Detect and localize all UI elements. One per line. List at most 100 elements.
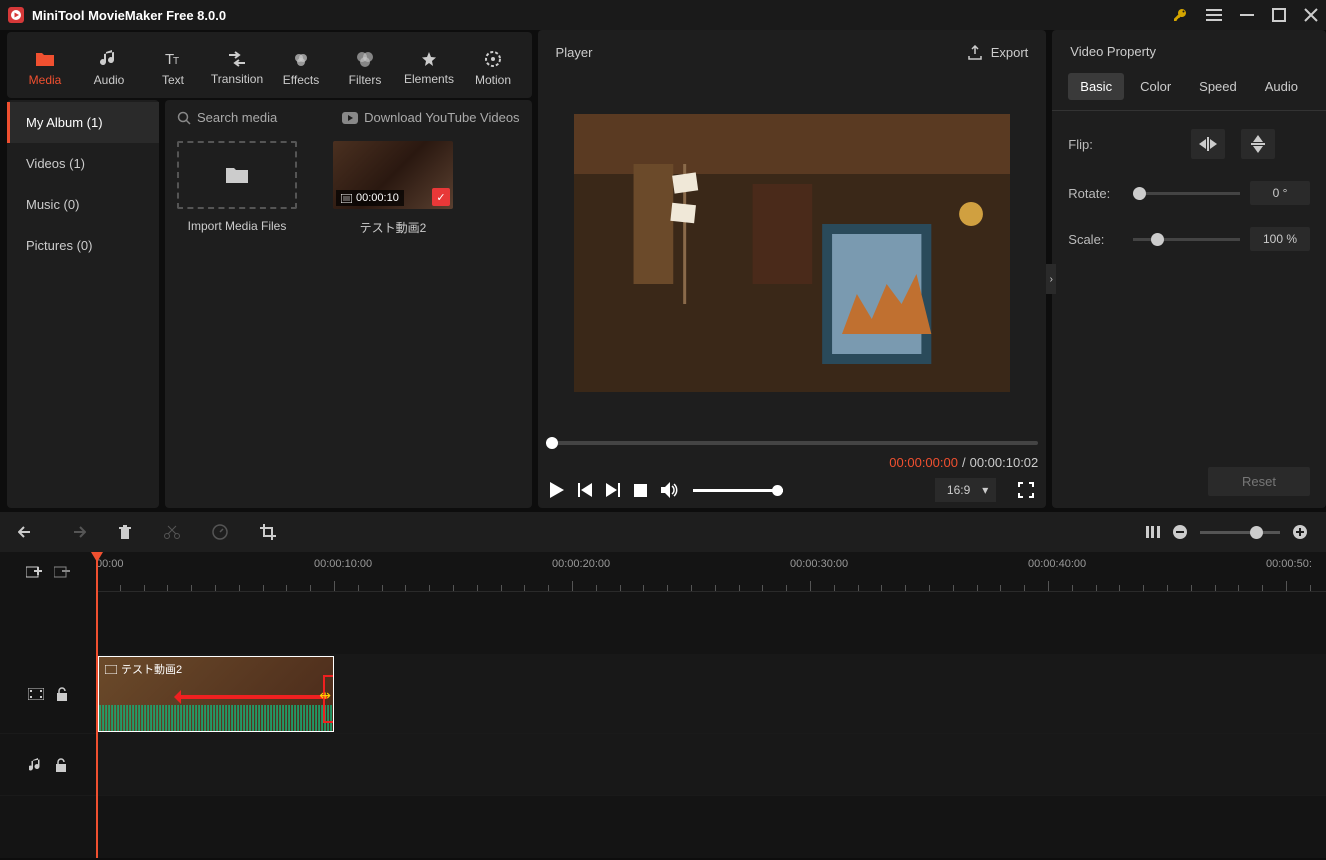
trim-cursor-icon: ⇹ bbox=[319, 687, 331, 704]
auto-fit-icon[interactable] bbox=[1146, 524, 1160, 540]
tab-label: Audio bbox=[94, 73, 125, 87]
maximize-icon[interactable] bbox=[1272, 8, 1286, 22]
menu-icon[interactable] bbox=[1206, 8, 1222, 22]
tab-elements[interactable]: Elements bbox=[397, 38, 461, 98]
media-label: テスト動画2 bbox=[360, 219, 427, 236]
zoom-in-button[interactable] bbox=[1292, 524, 1308, 540]
next-frame-button[interactable] bbox=[606, 483, 620, 497]
prop-tab-speed[interactable]: Speed bbox=[1187, 73, 1249, 100]
total-time: 00:00:10:02 bbox=[970, 455, 1039, 470]
delete-button[interactable] bbox=[118, 524, 132, 540]
music-icon bbox=[100, 50, 118, 68]
video-preview[interactable] bbox=[574, 114, 1011, 392]
clip-label: テスト動画2 bbox=[121, 661, 182, 677]
import-media-button[interactable]: Import Media Files bbox=[177, 141, 297, 236]
audio-waveform bbox=[99, 705, 333, 731]
lock-icon[interactable] bbox=[55, 758, 67, 772]
folder-icon bbox=[35, 50, 55, 68]
progress-thumb[interactable] bbox=[546, 437, 558, 449]
top-tabs: Media Audio TT Text Transition Effects F… bbox=[7, 32, 532, 98]
tab-media[interactable]: Media bbox=[13, 38, 77, 98]
ruler-label: 00:00 bbox=[96, 558, 124, 570]
timeline-ruler[interactable]: 00:00 00:00:10:00 00:00:20:00 00:00:30:0… bbox=[96, 552, 1326, 592]
undo-button[interactable] bbox=[18, 525, 36, 539]
aspect-select[interactable]: 16:9 bbox=[935, 478, 996, 502]
prop-tab-color[interactable]: Color bbox=[1128, 73, 1183, 100]
sidebar-item-myalbum[interactable]: My Album (1) bbox=[7, 102, 159, 143]
search-input[interactable]: Search media bbox=[177, 110, 277, 125]
rotate-label: Rotate: bbox=[1068, 186, 1123, 201]
minimize-icon[interactable] bbox=[1240, 8, 1254, 22]
check-icon: ✓ bbox=[432, 188, 450, 206]
video-clip[interactable]: テスト動画2 ⇹ bbox=[98, 656, 334, 732]
prev-frame-button[interactable] bbox=[578, 483, 592, 497]
zoom-out-button[interactable] bbox=[1172, 524, 1188, 540]
tab-motion[interactable]: Motion bbox=[461, 38, 525, 98]
ruler-label: 00:00:50: bbox=[1266, 558, 1312, 570]
stop-button[interactable] bbox=[634, 484, 647, 497]
export-button[interactable]: Export bbox=[967, 45, 1029, 61]
zoom-thumb[interactable] bbox=[1250, 526, 1263, 539]
zoom-slider[interactable] bbox=[1200, 531, 1280, 534]
tab-label: Media bbox=[29, 73, 62, 87]
sidebar-item-music[interactable]: Music (0) bbox=[7, 184, 159, 225]
search-icon bbox=[177, 111, 191, 125]
volume-icon[interactable] bbox=[661, 482, 679, 498]
split-button[interactable] bbox=[164, 524, 180, 540]
scale-slider[interactable] bbox=[1133, 238, 1240, 241]
svg-text:T: T bbox=[173, 56, 179, 67]
tab-transition[interactable]: Transition bbox=[205, 38, 269, 98]
sidebar-item-pictures[interactable]: Pictures (0) bbox=[7, 225, 159, 266]
tab-label: Filters bbox=[349, 73, 382, 87]
fullscreen-icon[interactable] bbox=[1018, 482, 1034, 498]
rotate-value[interactable]: 0 ° bbox=[1250, 181, 1310, 205]
transition-icon bbox=[228, 51, 246, 67]
key-icon[interactable] bbox=[1172, 7, 1188, 23]
library-sidebar: My Album (1) Videos (1) Music (0) Pictur… bbox=[7, 100, 159, 508]
export-label: Export bbox=[991, 45, 1029, 60]
progress-bar[interactable] bbox=[546, 441, 1039, 445]
sidebar-item-videos[interactable]: Videos (1) bbox=[7, 143, 159, 184]
video-track: テスト動画2 ⇹ bbox=[0, 654, 1326, 734]
volume-slider[interactable] bbox=[693, 489, 783, 492]
speed-button[interactable] bbox=[212, 524, 228, 540]
app-title: MiniTool MovieMaker Free 8.0.0 bbox=[32, 8, 226, 23]
ruler-label: 00:00:40:00 bbox=[1028, 558, 1086, 570]
tab-label: Text bbox=[162, 73, 184, 87]
playhead[interactable] bbox=[96, 552, 98, 858]
reset-button[interactable]: Reset bbox=[1208, 467, 1310, 496]
elements-icon bbox=[421, 51, 437, 67]
media-item[interactable]: 00:00:10 ✓ テスト動画2 bbox=[333, 141, 453, 236]
play-button[interactable] bbox=[550, 482, 564, 498]
rotate-slider[interactable] bbox=[1133, 192, 1240, 195]
ruler-label: 00:00:20:00 bbox=[552, 558, 610, 570]
download-youtube-link[interactable]: Download YouTube Videos bbox=[342, 110, 519, 125]
remove-track-icon[interactable] bbox=[54, 565, 70, 579]
prop-tab-basic[interactable]: Basic bbox=[1068, 73, 1124, 100]
download-label: Download YouTube Videos bbox=[364, 110, 519, 125]
volume-thumb[interactable] bbox=[772, 485, 783, 496]
tab-audio[interactable]: Audio bbox=[77, 38, 141, 98]
tab-label: Elements bbox=[404, 72, 454, 86]
import-label: Import Media Files bbox=[188, 219, 287, 233]
filters-icon bbox=[356, 50, 374, 68]
timeline: 00:00 00:00:10:00 00:00:20:00 00:00:30:0… bbox=[0, 552, 1326, 858]
scale-label: Scale: bbox=[1068, 232, 1123, 247]
tab-effects[interactable]: Effects bbox=[269, 38, 333, 98]
video-track-icon bbox=[28, 688, 44, 700]
scale-thumb[interactable] bbox=[1151, 233, 1164, 246]
collapse-handle[interactable]: › bbox=[1046, 264, 1056, 294]
tab-filters[interactable]: Filters bbox=[333, 38, 397, 98]
scale-value[interactable]: 100 % bbox=[1250, 227, 1310, 251]
close-icon[interactable] bbox=[1304, 8, 1318, 22]
add-track-icon[interactable] bbox=[26, 565, 42, 579]
flip-vertical-button[interactable] bbox=[1241, 129, 1275, 159]
time-separator: / bbox=[962, 455, 966, 470]
prop-tab-audio[interactable]: Audio bbox=[1253, 73, 1310, 100]
lock-icon[interactable] bbox=[56, 687, 68, 701]
tab-text[interactable]: TT Text bbox=[141, 38, 205, 98]
redo-button[interactable] bbox=[68, 525, 86, 539]
rotate-thumb[interactable] bbox=[1133, 187, 1146, 200]
crop-button[interactable] bbox=[260, 524, 276, 540]
flip-horizontal-button[interactable] bbox=[1191, 129, 1225, 159]
